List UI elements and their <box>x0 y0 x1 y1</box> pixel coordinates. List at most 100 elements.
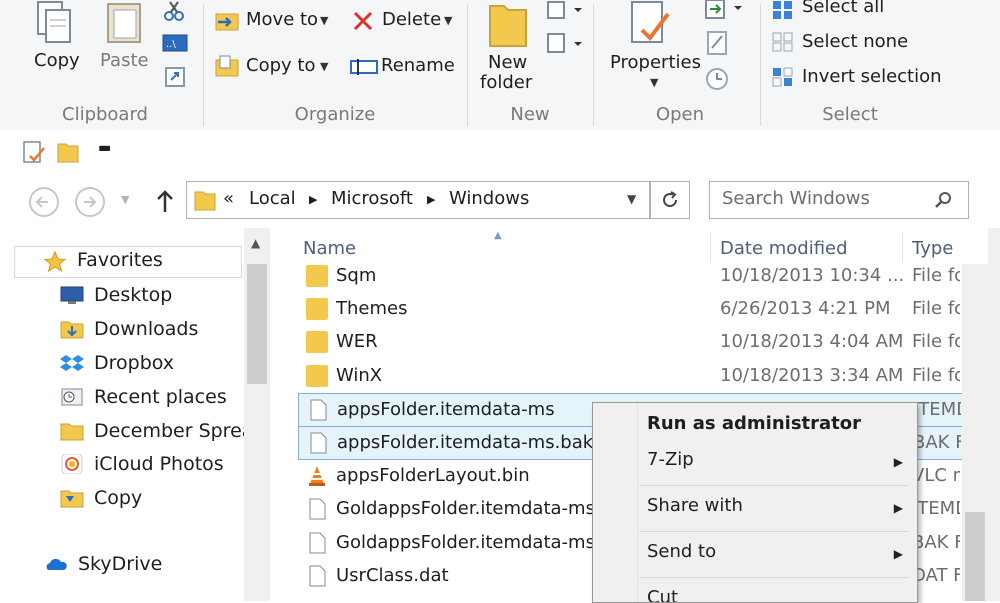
breadcrumb-separator-icon[interactable]: ▶ <box>427 193 435 206</box>
sidebar-item-favorites[interactable]: Favorites <box>14 246 242 278</box>
copy-to-button[interactable]: Copy to ▼ <box>212 52 337 82</box>
recent-locations-icon[interactable]: ▼ <box>121 193 129 206</box>
delete-button[interactable]: Delete ▼ <box>348 6 458 36</box>
column-divider[interactable] <box>710 232 711 262</box>
menu-item-share-with[interactable]: Share with ▶ <box>593 489 917 525</box>
submenu-arrow-icon: ▶ <box>893 501 903 515</box>
menu-item-run-as-administrator[interactable]: Run as administrator <box>593 407 917 443</box>
skydrive-icon <box>46 558 67 570</box>
file-row[interactable]: WER 10/18/2013 4:04 AM File fo <box>298 326 966 358</box>
copy-button[interactable]: Copy <box>22 0 92 75</box>
menu-item-cut[interactable]: Cut <box>593 581 917 602</box>
column-header-type[interactable]: Type <box>912 238 953 259</box>
scroll-up-icon[interactable]: ▲ <box>251 236 260 250</box>
file-row[interactable]: Sqm 10/18/2013 10:34 ... File fo <box>298 260 966 292</box>
sort-ascending-icon: ▲ <box>494 230 502 241</box>
breadcrumb-windows[interactable]: Windows <box>449 188 529 209</box>
folder-icon <box>306 265 328 287</box>
rename-icon <box>350 59 378 75</box>
search-icon[interactable] <box>934 190 954 210</box>
history-icon[interactable] <box>704 66 730 92</box>
desktop-icon <box>60 286 84 304</box>
nav-scrollbar[interactable]: ▲ <box>244 228 270 601</box>
customize-quick-access-icon[interactable]: ▬ <box>98 140 111 156</box>
properties-button[interactable]: Properties ▼ <box>606 0 701 95</box>
paste-button[interactable]: Paste <box>100 0 160 75</box>
column-divider[interactable] <box>902 232 903 262</box>
new-folder-quick-icon[interactable] <box>56 140 80 164</box>
copy-path-icon[interactable]: ..\ <box>162 34 188 52</box>
folder-icon <box>194 191 216 211</box>
sidebar-item-label: Downloads <box>94 318 199 340</box>
context-menu: Run as administrator 7-Zip ▶ Share with … <box>592 402 918 603</box>
column-header-name[interactable]: Name <box>303 238 356 259</box>
cut-icon[interactable] <box>163 0 185 22</box>
star-icon <box>43 250 67 273</box>
paste-shortcut-icon[interactable] <box>164 66 186 88</box>
delete-label: Delete <box>382 9 442 30</box>
refresh-button[interactable] <box>650 181 690 219</box>
menu-item-7zip[interactable]: 7-Zip ▶ <box>593 443 917 479</box>
ribbon-separator <box>760 4 761 126</box>
select-none-button[interactable]: Select none <box>770 30 970 56</box>
file-name: Sqm <box>336 265 377 286</box>
new-folder-icon <box>489 5 527 47</box>
select-none-label: Select none <box>802 31 909 52</box>
scrollbar-thumb[interactable] <box>965 512 985 601</box>
file-type: File fo <box>912 265 960 286</box>
file-icon <box>309 498 326 520</box>
search-box[interactable]: Search Windows <box>709 181 969 219</box>
back-icon[interactable] <box>28 186 60 218</box>
file-name: GoldappsFolder.itemdata-ms.l <box>336 532 606 553</box>
folder-icon <box>60 490 84 508</box>
search-placeholder: Search Windows <box>722 188 870 209</box>
chevron-down-icon: ▼ <box>444 14 453 27</box>
file-type: VLC m <box>912 465 960 486</box>
folder-icon <box>306 365 328 387</box>
sidebar-item-label: Copy <box>94 487 143 509</box>
file-list-scrollbar[interactable] <box>962 264 988 601</box>
breadcrumb-separator-icon[interactable]: ▶ <box>309 193 317 206</box>
up-icon[interactable] <box>154 188 176 214</box>
scrollbar-thumb[interactable] <box>247 264 267 384</box>
select-all-button[interactable]: Select all <box>770 0 970 22</box>
new-item-icon[interactable] <box>546 0 586 20</box>
menu-item-label: Share with <box>647 495 743 516</box>
menu-separator <box>639 577 909 578</box>
menu-item-send-to[interactable]: Send to ▶ <box>593 535 917 571</box>
file-name: appsFolder.itemdata-ms.bak <box>337 432 594 453</box>
file-type: ITEMD <box>913 399 961 420</box>
breadcrumb-local[interactable]: Local <box>249 188 296 209</box>
open-icon[interactable] <box>704 0 748 20</box>
new-folder-button[interactable]: New folder <box>478 0 538 95</box>
address-dropdown-icon[interactable]: ▼ <box>627 192 636 206</box>
edit-icon[interactable] <box>706 30 728 56</box>
file-type: BAK F <box>913 432 961 453</box>
file-row[interactable]: Themes 6/26/2013 4:21 PM File fo <box>298 293 966 325</box>
address-bar[interactable]: « Local ▶ Microsoft ▶ Windows ▼ <box>186 181 650 219</box>
invert-selection-icon <box>772 67 793 87</box>
rename-label: Rename <box>381 55 455 76</box>
file-type: File fo <box>912 298 960 319</box>
properties-quick-icon[interactable] <box>22 140 46 166</box>
easy-access-icon[interactable] <box>546 30 586 54</box>
menu-separator <box>639 485 909 486</box>
file-name: UsrClass.dat <box>336 565 449 586</box>
folder-icon <box>60 423 84 441</box>
select-none-icon <box>772 32 793 52</box>
breadcrumb-microsoft[interactable]: Microsoft <box>331 188 413 209</box>
move-to-icon <box>215 13 239 31</box>
sidebar-item-label: Desktop <box>94 284 173 306</box>
breadcrumb-overflow[interactable]: « <box>223 188 234 209</box>
move-to-label: Move to <box>246 9 319 30</box>
move-to-button[interactable]: Move to ▼ <box>212 6 337 36</box>
quick-access-toolbar: ▬ <box>0 130 1000 174</box>
file-date: 10/18/2013 10:34 ... <box>720 265 905 286</box>
column-header-date-modified[interactable]: Date modified <box>720 238 848 259</box>
file-icon <box>310 432 327 454</box>
open-group-label: Open <box>655 104 705 125</box>
forward-icon[interactable] <box>74 186 106 218</box>
file-row[interactable]: WinX 10/18/2013 3:34 AM File fo <box>298 360 966 392</box>
rename-button[interactable]: Rename <box>348 52 458 82</box>
invert-selection-button[interactable]: Invert selection <box>770 65 970 91</box>
